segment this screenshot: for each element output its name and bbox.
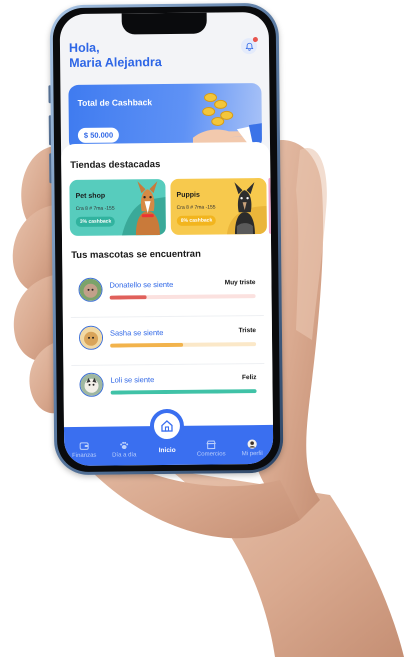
store-address: Cra 8 # 7ma -155 [75,205,115,212]
pet-avatar [79,372,104,397]
cashback-badge: 3% cashback [75,216,116,227]
tab-label: Día a día [112,452,137,459]
tab-dia-a-dia[interactable]: Día a día [104,440,144,459]
tab-label: Finanzas [72,452,97,460]
greeting-line-1: Hola, [68,40,100,56]
cashback-amount: $ 50.000 [77,127,120,143]
tab-comercios[interactable]: Comercios [191,439,231,458]
store-card-puppis[interactable]: Puppis Cra 8 # 7ma -155 8% cashback [170,177,267,235]
pet-mood-status: Muy triste [224,279,256,287]
pet-row-donatello[interactable]: Donatello se siente Muy triste [70,269,263,311]
tab-label: Comercios [196,451,226,458]
mood-bar-fill [110,389,257,395]
pet-avatar [78,277,103,302]
store-icon [206,440,216,450]
home-icon [161,420,173,432]
phone-device: Hola, Maria Alejandra Total de Cashback … [48,2,284,476]
paw-icon [120,441,129,450]
app-screen: Hola, Maria Alejandra Total de Cashback … [59,11,274,467]
pet-mood-status: Triste [238,327,257,335]
pet-row-loli[interactable]: Loli se siente Feliz [71,364,264,406]
pet-feeling-label: Loli se siente [110,375,155,385]
cashback-card[interactable]: Total de Cashback $ 50.000 [68,82,263,152]
cashback-title: Total de Cashback [77,97,153,108]
cashback-badge: 8% cashback [176,215,217,226]
dog-photo [121,181,166,236]
store-name: Pet shop [75,192,106,200]
tab-finanzas[interactable]: Finanzas [64,441,104,459]
mood-bar-fill [110,342,184,348]
pet-row-sasha[interactable]: Sasha se siente Triste [71,317,264,359]
wallet-icon [79,442,89,450]
mood-bar-track [110,342,257,348]
tab-label: Mi perfil [241,451,263,458]
notifications-button[interactable] [240,37,258,55]
home-button-circle [153,412,181,440]
greeting-name: Maria Alejandra [69,55,162,71]
store-address: Cra 8 # 7ma -155 [176,204,216,211]
mood-bar-track [110,389,257,395]
bell-icon [245,42,253,51]
tab-mi-perfil[interactable]: Mi perfil [232,439,272,457]
hand-coins-icon [192,93,263,147]
mood-bar-fill [109,295,147,300]
store-name: Puppis [176,191,200,199]
tab-inicio-label: Inicio [158,446,176,455]
featured-stores-title: Tiendas destacadas [70,159,161,172]
notification-dot [252,37,258,43]
mood-bar-track [109,294,256,300]
pet-feeling-label: Donatello se siente [109,279,174,290]
tab-inicio[interactable] [149,408,185,444]
dog-photo [226,182,267,235]
pet-feeling-label: Sasha se siente [109,328,164,338]
store-card-pet-shop[interactable]: Pet shop Cra 8 # 7ma -155 3% cashback [69,179,166,237]
pet-avatar [78,325,104,350]
profile-avatar-icon [247,439,257,449]
pet-mood-status: Feliz [241,374,257,382]
notch [121,12,207,35]
greeting: Hola, Maria Alejandra [69,40,162,71]
pets-section-title: Tus mascotas se encuentran [71,248,201,261]
